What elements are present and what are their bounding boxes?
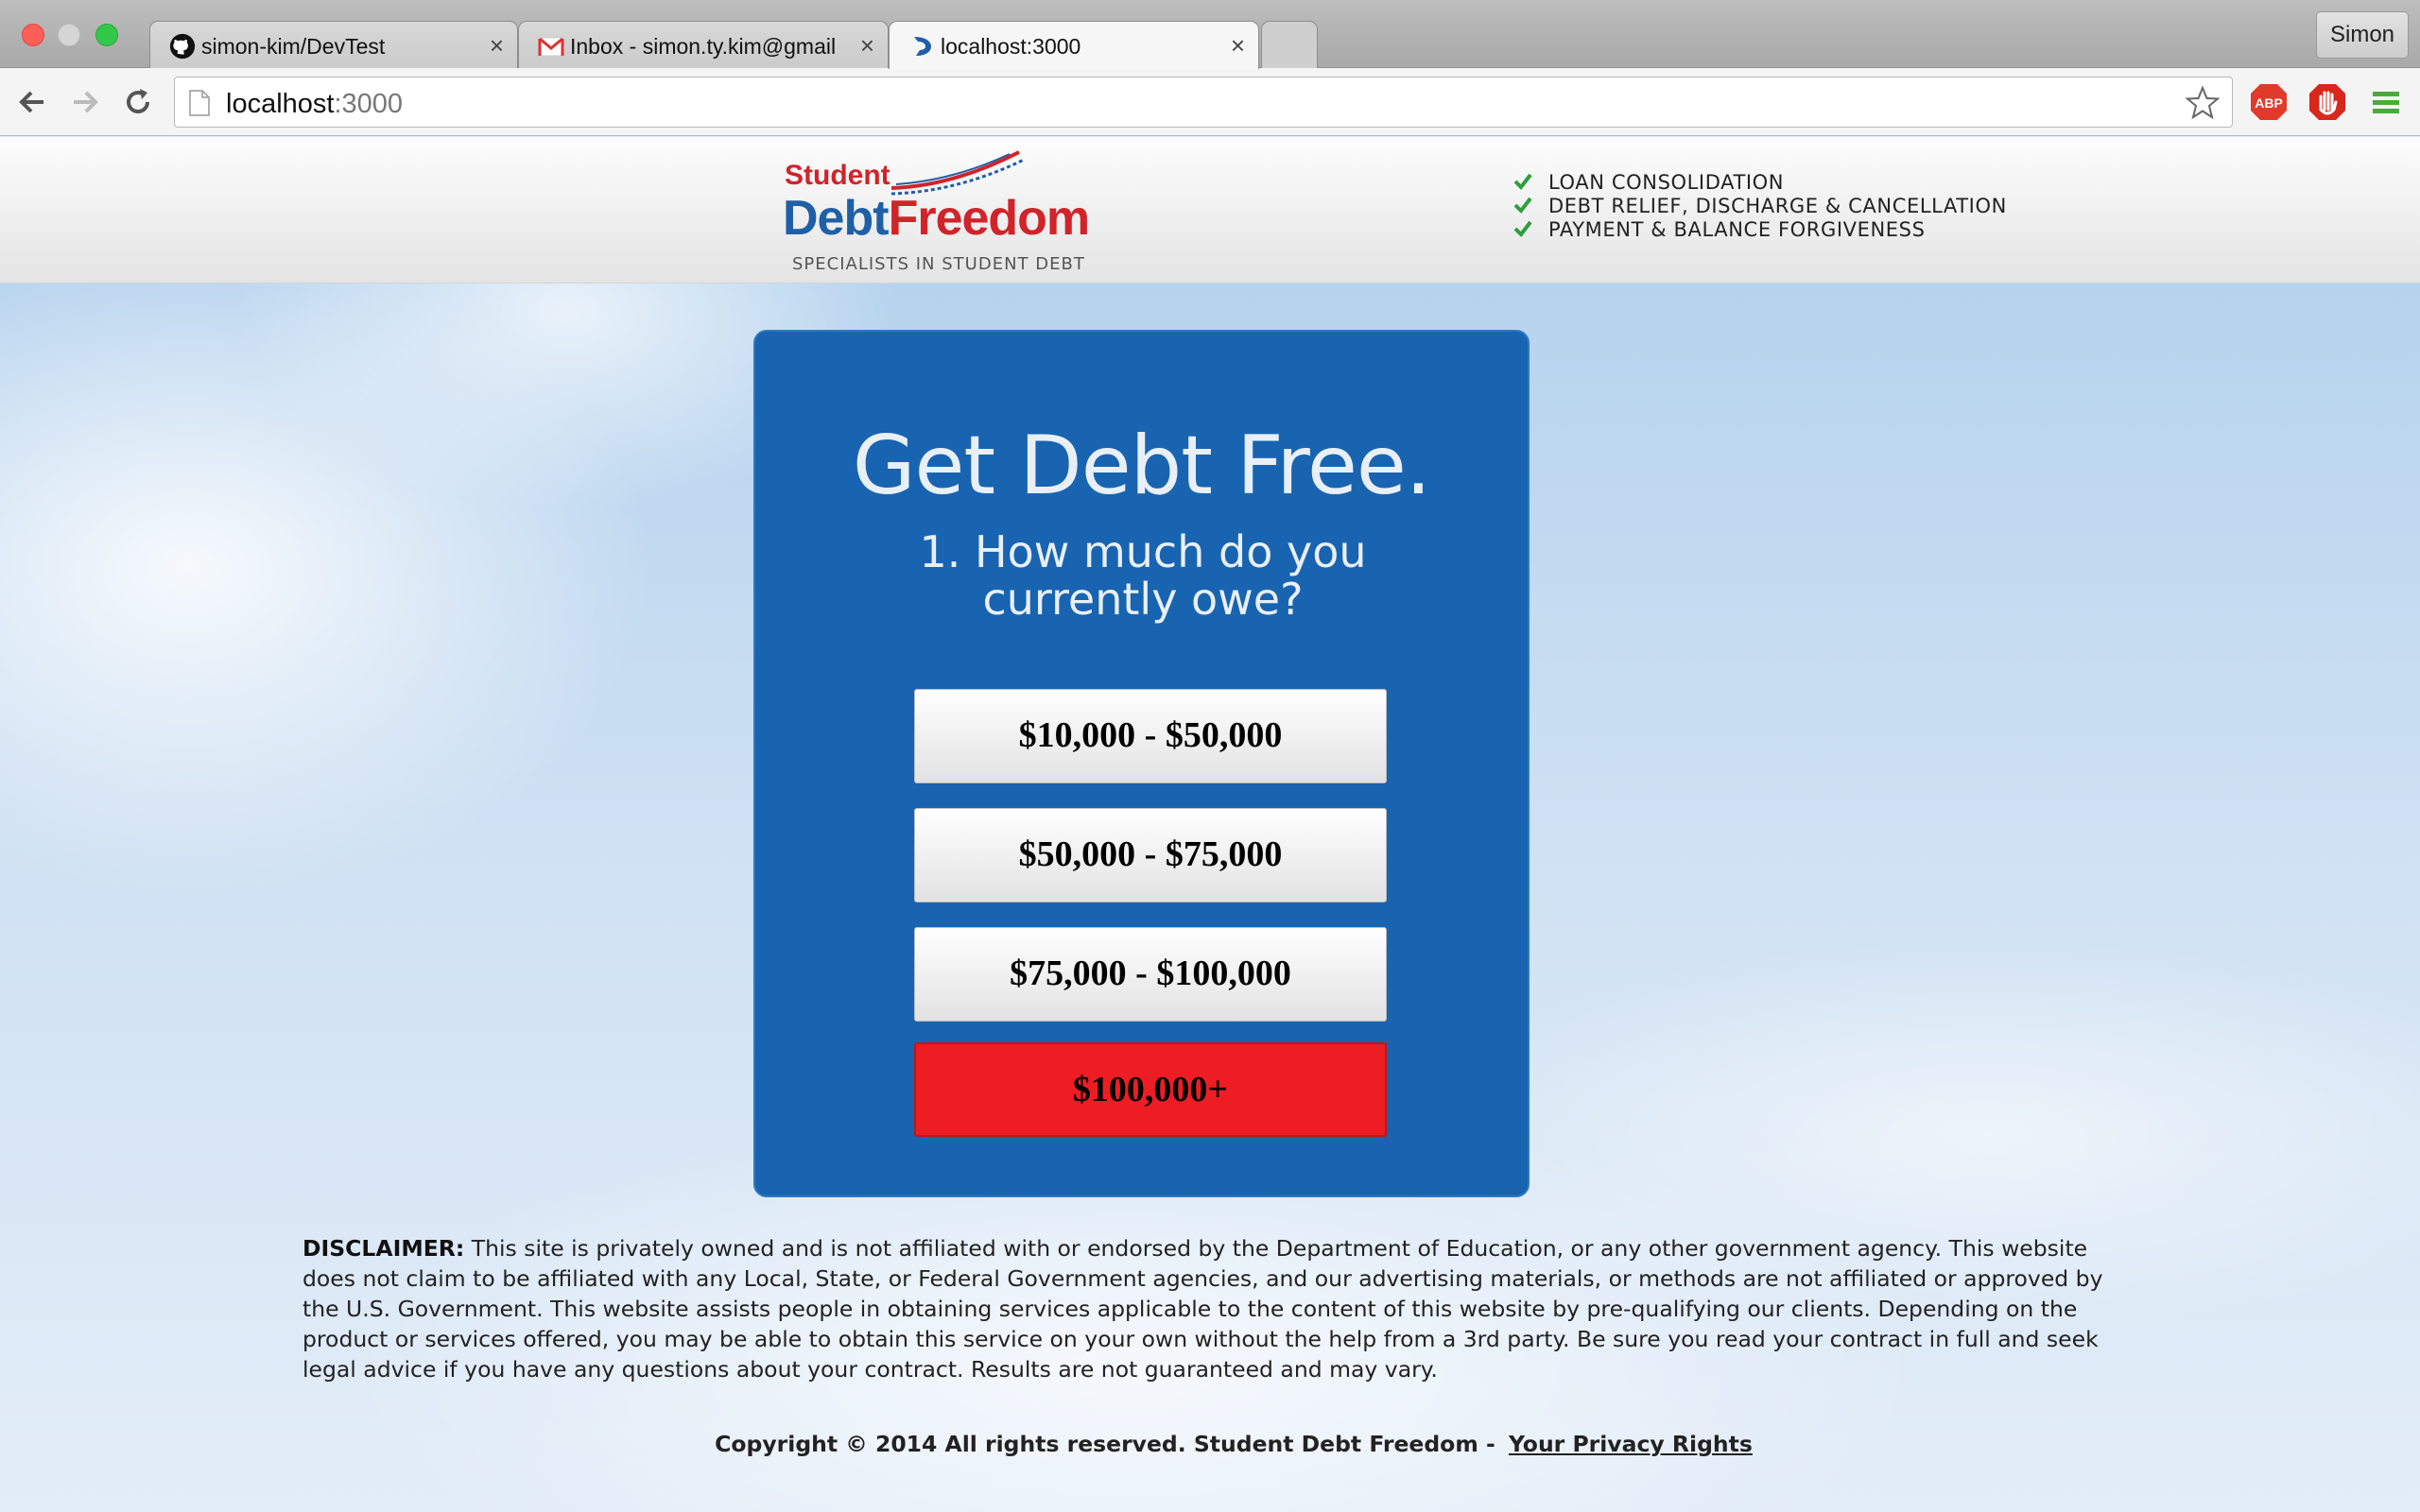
tab-title: simon-kim/DevTest bbox=[201, 34, 386, 59]
site-favicon bbox=[914, 37, 931, 56]
checkmark-icon bbox=[1513, 173, 1532, 191]
address-bar[interactable]: localhost:3000 bbox=[174, 77, 2233, 128]
disclaimer-text: This site is privately owned and is not … bbox=[302, 1235, 2103, 1383]
logo-student-text: Student bbox=[785, 160, 890, 191]
footer: Copyright © 2014 All rights reserved. St… bbox=[0, 1431, 2420, 1457]
tab-close-icon[interactable]: × bbox=[1231, 31, 1245, 60]
debt-question-card: Get Debt Free. 1. How much do you curren… bbox=[753, 330, 1530, 1197]
new-tab-button[interactable] bbox=[1261, 21, 1318, 68]
amount-option-100k-plus-button[interactable]: $100,000+ bbox=[914, 1042, 1387, 1137]
url-port: :3000 bbox=[334, 89, 404, 119]
url-host: localhost bbox=[226, 89, 335, 119]
window-zoom-button[interactable] bbox=[95, 24, 118, 46]
profile-button[interactable]: Simon bbox=[2316, 11, 2409, 59]
card-question: 1. How much do you currently owe? bbox=[919, 526, 1367, 625]
card-headline: Get Debt Free. bbox=[852, 419, 1431, 513]
back-arrow-icon[interactable] bbox=[13, 83, 51, 121]
tab-localhost[interactable]: localhost:3000 × bbox=[889, 21, 1259, 69]
reload-icon[interactable] bbox=[119, 83, 157, 121]
window-minimize-button[interactable] bbox=[58, 24, 80, 46]
feature-text: PAYMENT & BALANCE FORGIVENESS bbox=[1548, 218, 1926, 241]
tab-title: Inbox - simon.ty.kim@gmail.com bbox=[570, 34, 835, 59]
browser-titlebar: simon-kim/DevTest × Inbox - simon.ty.kim… bbox=[0, 0, 2420, 69]
site-header: Student DebtFreedom SPECIALISTS IN STUDE… bbox=[0, 137, 2420, 284]
logo-debt: Debt bbox=[783, 191, 890, 246]
svg-text:ABP: ABP bbox=[2255, 95, 2283, 111]
site-logo[interactable]: Student DebtFreedom SPECIALISTS IN STUDE… bbox=[783, 150, 1090, 275]
window-close-button[interactable] bbox=[22, 24, 44, 46]
checkmark-icon bbox=[1513, 197, 1532, 215]
browser-toolbar: localhost:3000 ABP bbox=[0, 68, 2420, 136]
tab-github[interactable]: simon-kim/DevTest × bbox=[149, 21, 518, 68]
tab-title: localhost:3000 bbox=[941, 34, 1081, 59]
logo-freedom: Freedom bbox=[888, 191, 1091, 246]
chrome-menu-icon[interactable] bbox=[2365, 81, 2407, 123]
url-text: localhost:3000 bbox=[226, 89, 403, 120]
copyright-text: Copyright © 2014 All rights reserved. St… bbox=[715, 1431, 1495, 1457]
disclaimer-label: DISCLAIMER: bbox=[302, 1235, 465, 1262]
gmail-icon bbox=[538, 37, 564, 57]
tab-gmail[interactable]: Inbox - simon.ty.kim@gmail.com × bbox=[518, 21, 889, 68]
logo-debtfreedom-text: DebtFreedom bbox=[783, 190, 1091, 247]
forward-arrow-icon[interactable] bbox=[66, 83, 104, 121]
logo-tagline: SPECIALISTS IN STUDENT DEBT bbox=[792, 254, 1085, 274]
tab-close-icon[interactable]: × bbox=[490, 31, 504, 60]
amount-option-75k-100k-button[interactable]: $75,000 - $100,000 bbox=[914, 927, 1387, 1022]
github-icon bbox=[169, 33, 196, 60]
amount-option-10k-50k-button[interactable]: $10,000 - $50,000 bbox=[914, 689, 1387, 783]
privacy-rights-link[interactable]: Your Privacy Rights bbox=[1509, 1431, 1753, 1457]
feature-text: LOAN CONSOLIDATION bbox=[1548, 171, 1785, 194]
tab-close-icon[interactable]: × bbox=[860, 31, 874, 60]
checkmark-icon bbox=[1513, 220, 1532, 238]
disclaimer: DISCLAIMER: This site is privately owned… bbox=[302, 1233, 2118, 1384]
page-icon bbox=[189, 90, 210, 116]
feature-text: DEBT RELIEF, DISCHARGE & CANCELLATION bbox=[1548, 195, 2007, 217]
amount-option-50k-75k-button[interactable]: $50,000 - $75,000 bbox=[914, 808, 1387, 902]
stop-hand-icon[interactable] bbox=[2307, 81, 2348, 123]
adblock-plus-icon[interactable]: ABP bbox=[2248, 81, 2290, 123]
bookmark-star-icon[interactable] bbox=[2185, 85, 2221, 121]
